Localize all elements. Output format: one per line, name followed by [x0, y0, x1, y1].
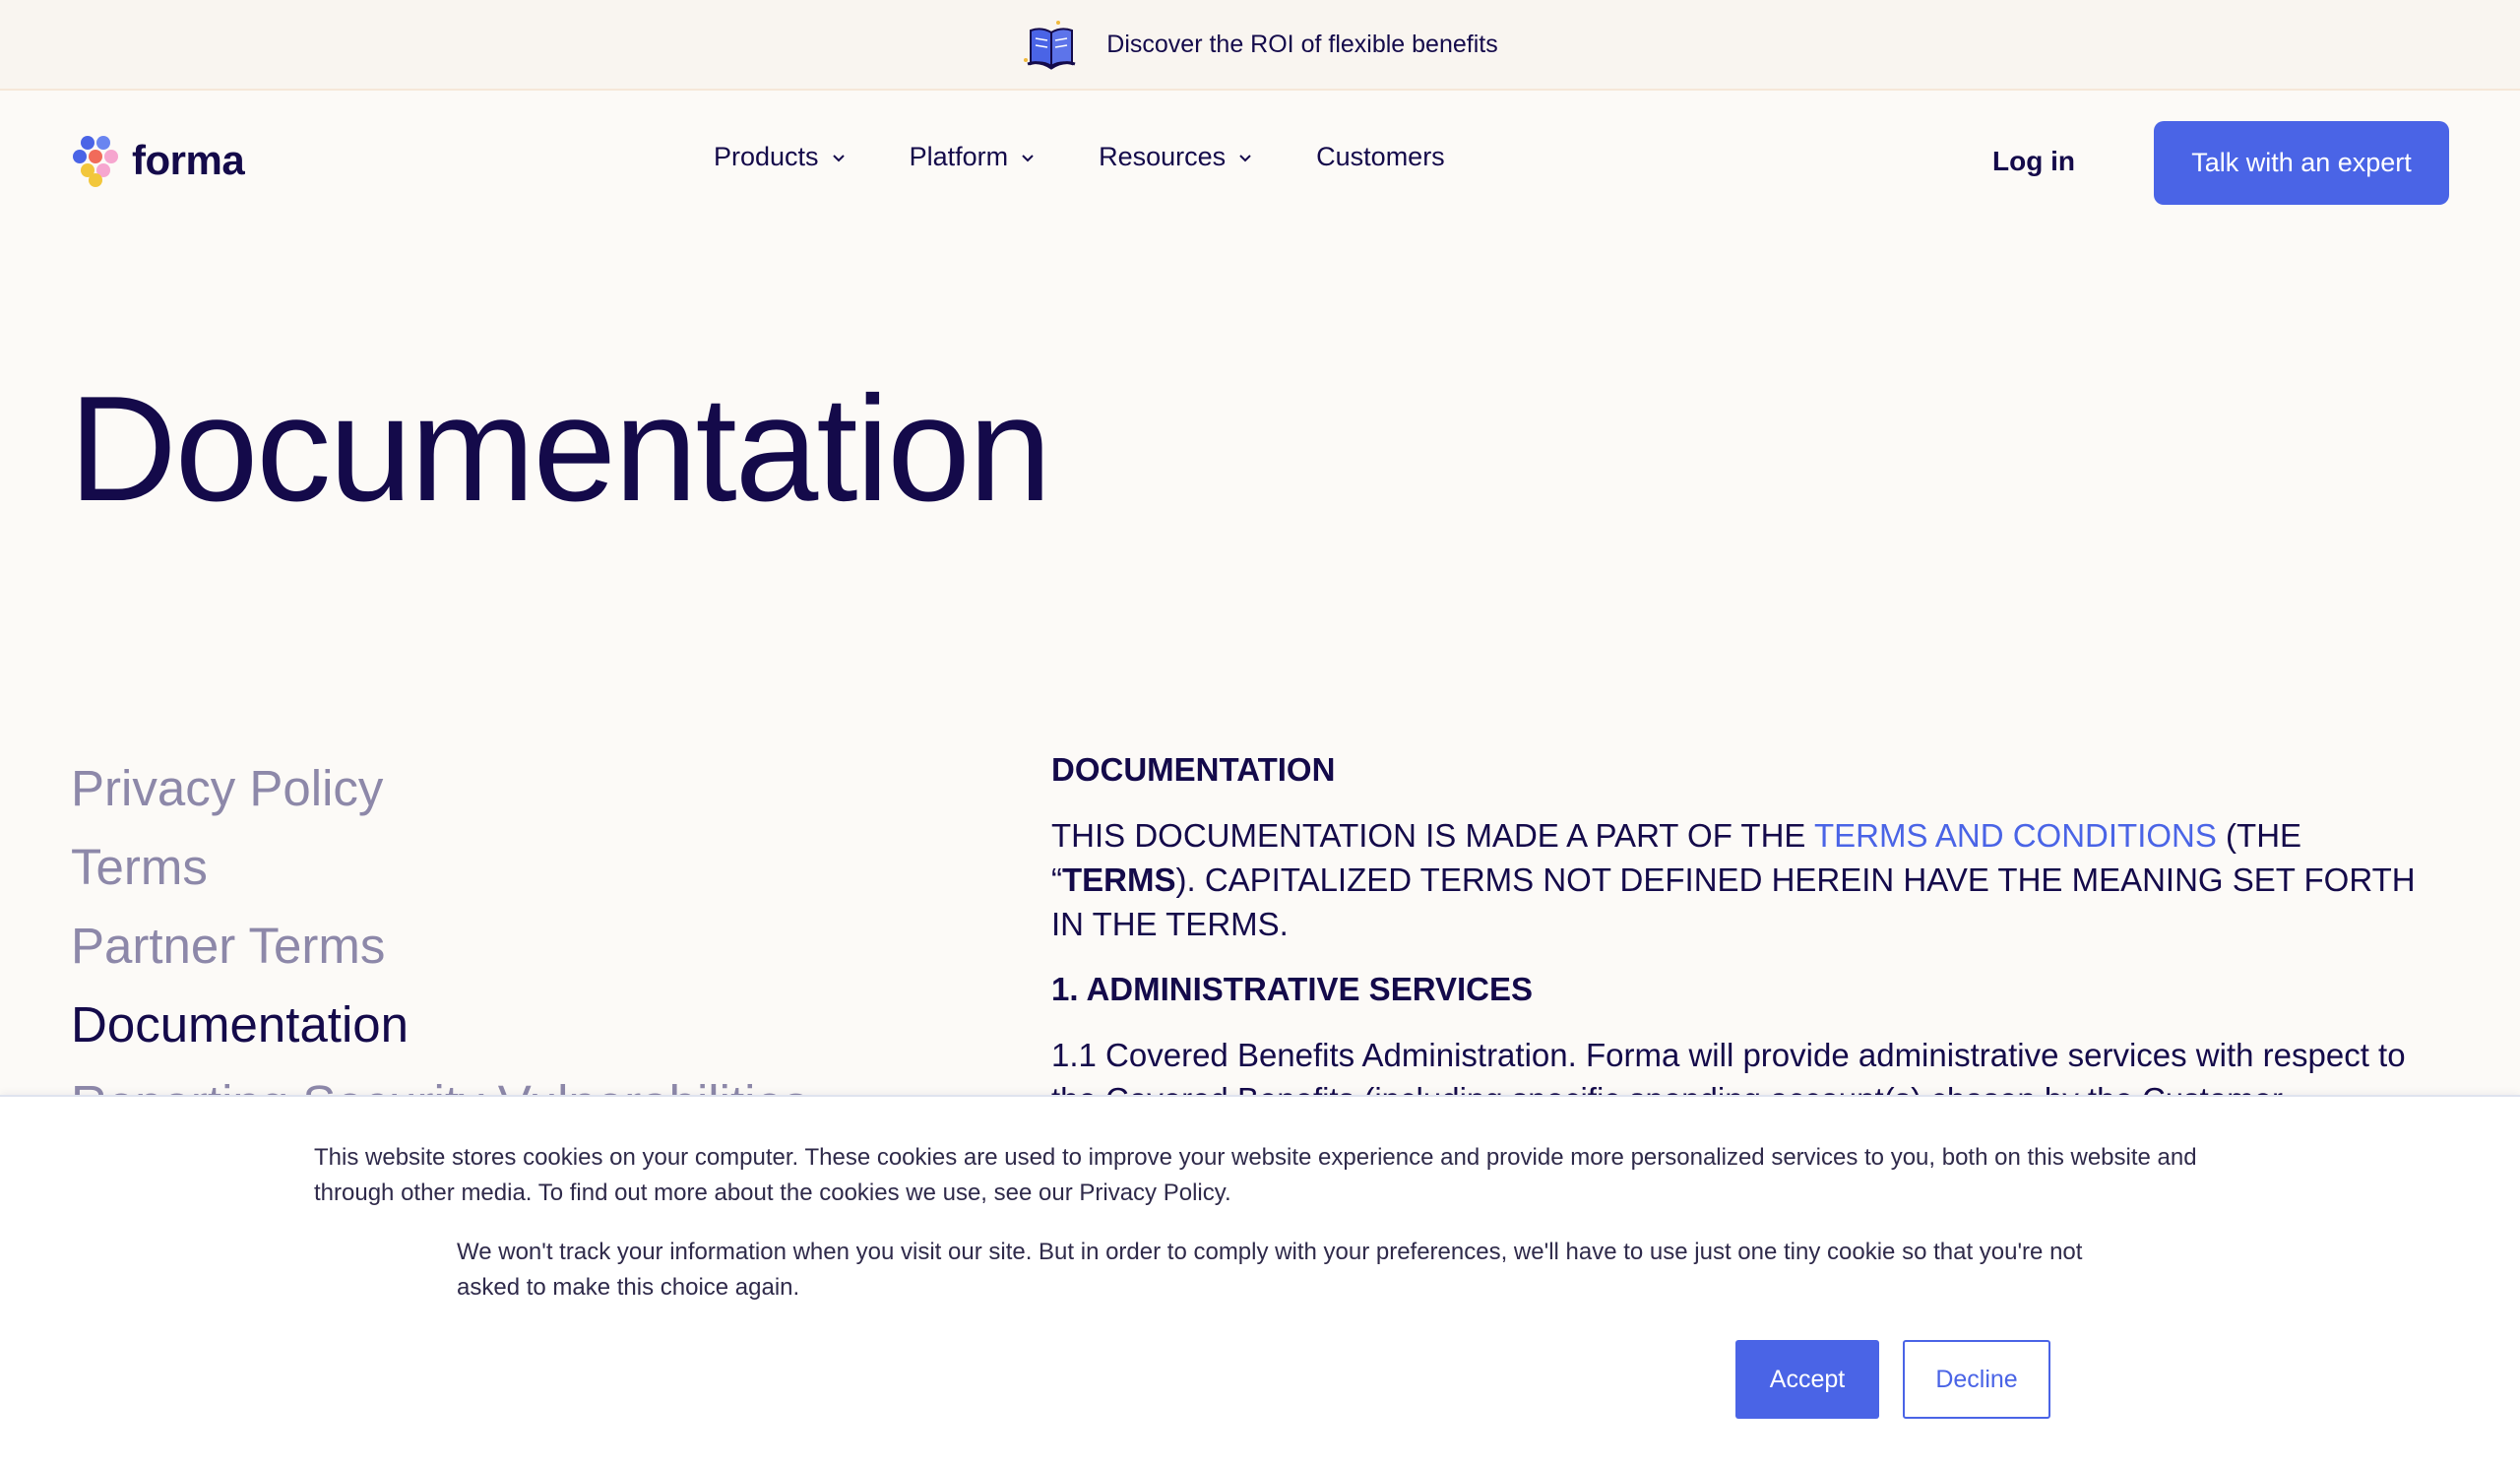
nav-resources[interactable]: Resources — [1099, 142, 1253, 172]
sidebar-item-privacy-policy[interactable]: Privacy Policy — [71, 758, 957, 837]
login-link[interactable]: Log in — [1992, 146, 2075, 177]
content-heading: DOCUMENTATION — [1051, 751, 1336, 788]
chevron-down-icon — [1022, 154, 1034, 161]
nav-customers-label: Customers — [1316, 142, 1445, 171]
nav-platform-label: Platform — [909, 142, 1009, 171]
chevron-down-icon — [832, 154, 845, 161]
cookie-text-primary: This website stores cookies on your comp… — [314, 1144, 2197, 1206]
nav-resources-label: Resources — [1099, 142, 1227, 171]
cookie-text-secondary: We won't track your information when you… — [457, 1239, 2083, 1301]
open-book-icon — [1022, 19, 1081, 70]
announcement-bar[interactable]: Discover the ROI of flexible benefits — [0, 0, 2520, 91]
logo-wordmark: forma — [132, 137, 245, 183]
main-nav: Products Platform Resources Customers — [714, 142, 1508, 172]
legal-sidebar: Privacy Policy Terms Partner Terms Docum… — [71, 758, 957, 1152]
nav-customers[interactable]: Customers — [1316, 142, 1445, 172]
talk-with-expert-button[interactable]: Talk with an expert — [2154, 121, 2449, 205]
intro-bold-terms: TERMS — [1062, 861, 1176, 898]
cookie-decline-button[interactable]: Decline — [1903, 1340, 2050, 1419]
page-title: Documentation — [69, 365, 1051, 533]
section-1-heading: 1. ADMINISTRATIVE SERVICES — [1051, 971, 1533, 1007]
document-content: DOCUMENTATION THIS DOCUMENTATION IS MADE… — [1051, 748, 2449, 1121]
announcement-text[interactable]: Discover the ROI of flexible benefits — [1106, 31, 1497, 59]
sidebar-item-documentation[interactable]: Documentation — [71, 994, 957, 1073]
forma-logo-mark-icon — [71, 136, 120, 187]
intro-text-3: ). CAPITALIZED TERMS NOT DEFINED HEREIN … — [1051, 861, 2416, 942]
intro-text-1: THIS DOCUMENTATION IS MADE A PART OF THE — [1051, 817, 1815, 854]
site-header: forma Products Platform Resources Custom… — [0, 91, 2520, 232]
nav-platform[interactable]: Platform — [910, 142, 1037, 172]
cookie-banner: This website stores cookies on your comp… — [0, 1095, 2520, 1467]
cookie-accept-button[interactable]: Accept — [1735, 1340, 1879, 1419]
nav-products[interactable]: Products — [714, 142, 847, 172]
forma-logo[interactable]: forma — [71, 136, 245, 187]
chevron-down-icon — [1239, 154, 1251, 161]
sidebar-item-partner-terms[interactable]: Partner Terms — [71, 916, 957, 994]
content-intro: THIS DOCUMENTATION IS MADE A PART OF THE… — [1051, 813, 2449, 946]
terms-and-conditions-link[interactable]: TERMS AND CONDITIONS — [1814, 817, 2217, 854]
nav-products-label: Products — [714, 142, 819, 171]
sidebar-item-terms[interactable]: Terms — [71, 837, 957, 916]
